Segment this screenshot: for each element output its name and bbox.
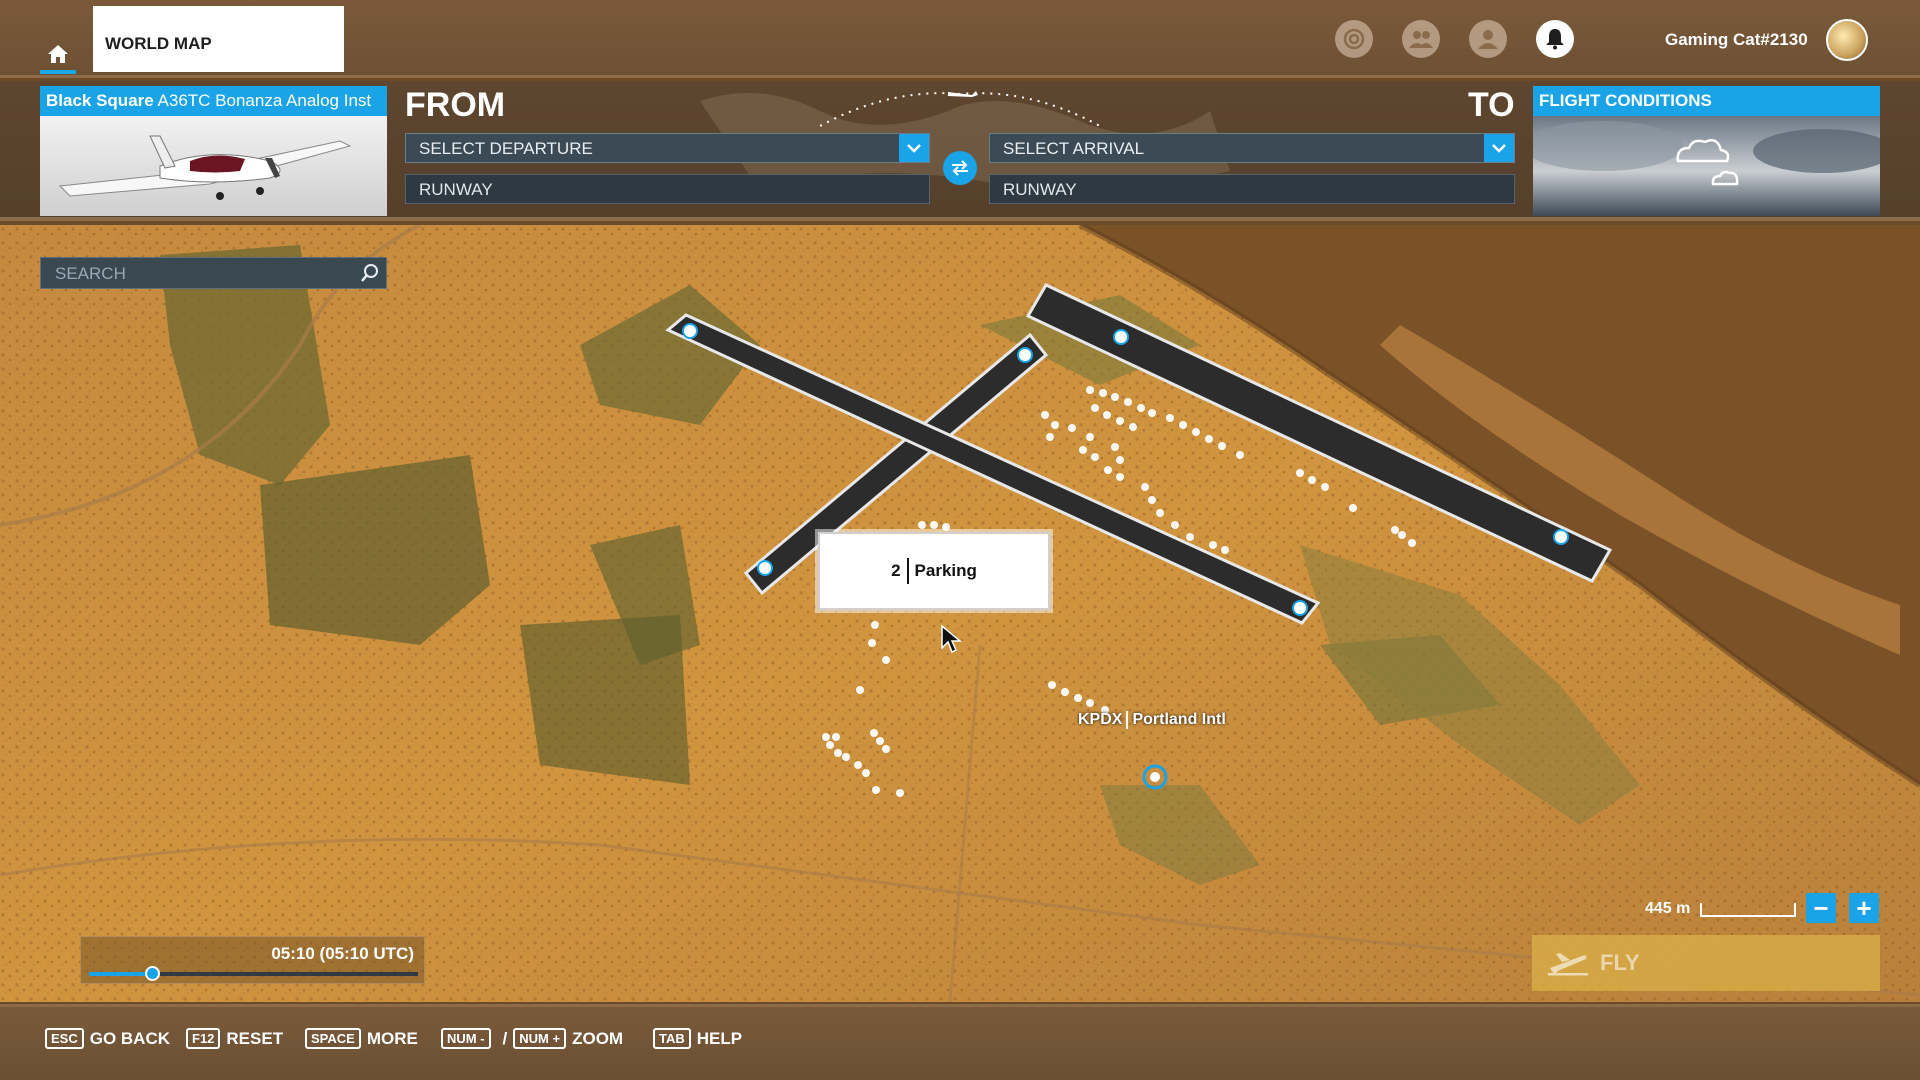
departure-select-label: SELECT DEPARTURE — [419, 139, 593, 158]
bottom-hint-bar — [0, 1004, 1920, 1080]
hint-reset[interactable]: F12 RESET — [186, 1028, 283, 1049]
chevron-down-icon — [899, 134, 929, 162]
achievements-button[interactable] — [1335, 20, 1373, 58]
friends-button[interactable] — [1402, 20, 1440, 58]
tab-world-map-label: WORLD MAP — [105, 34, 212, 53]
hint-help[interactable]: TAB HELP — [653, 1028, 742, 1049]
time-slider-handle[interactable] — [144, 966, 160, 981]
achievements-icon — [1343, 28, 1365, 50]
notifications-icon — [1546, 29, 1564, 50]
hint-more[interactable]: SPACE MORE — [305, 1028, 418, 1049]
key-badge: F12 — [186, 1028, 221, 1049]
hint-go-back[interactable]: ESC GO BACK — [45, 1028, 170, 1049]
zoom-in-button[interactable]: + — [1849, 893, 1879, 923]
departure-runway-label: RUNWAY — [419, 180, 493, 199]
key-badge: ESC — [45, 1028, 84, 1049]
hint-zoom[interactable]: NUM - / NUM + ZOOM — [441, 1028, 623, 1049]
airport-label[interactable]: KPDX Portland Intl — [1078, 711, 1226, 729]
zoom-out-button[interactable]: − — [1806, 893, 1836, 923]
parking-label: Parking — [914, 561, 977, 580]
hint-label: ZOOM — [572, 1028, 624, 1048]
departure-select[interactable]: SELECT DEPARTURE — [405, 133, 930, 163]
arrival-runway-label: RUNWAY — [1003, 180, 1077, 199]
map-search-placeholder: SEARCH — [55, 264, 126, 283]
search-icon[interactable] — [360, 263, 380, 288]
profile-button[interactable] — [1469, 20, 1507, 58]
time-slider[interactable] — [89, 966, 418, 981]
home-icon — [48, 45, 68, 63]
arrival-select[interactable]: SELECT ARRIVAL — [989, 133, 1515, 163]
map-scale-bar — [1700, 903, 1796, 917]
swap-route-button[interactable] — [943, 151, 977, 185]
friends-icon — [1409, 31, 1433, 48]
swap-icon — [952, 160, 968, 176]
aircraft-brand: Black Square — [46, 91, 154, 110]
aircraft-title: Black Square A36TC Bonanza Analog Inst — [40, 86, 387, 116]
divider — [1126, 711, 1129, 729]
parking-count: 2 — [891, 561, 901, 580]
slash-separator: / — [502, 1028, 508, 1048]
parking-tooltip[interactable]: 2 Parking — [818, 532, 1050, 610]
aircraft-card[interactable]: Black Square A36TC Bonanza Analog Inst — [40, 86, 387, 216]
satellite-map — [0, 225, 1920, 1002]
hint-label: HELP — [696, 1028, 743, 1048]
home-button[interactable] — [36, 34, 80, 74]
flight-conditions-card[interactable]: FLIGHT CONDITIONS — [1533, 86, 1880, 216]
key-badge: SPACE — [305, 1028, 361, 1049]
username-label: Gaming Cat#2130 — [1665, 30, 1808, 49]
takeoff-plane-icon — [1548, 953, 1588, 976]
weather-image — [1533, 116, 1880, 216]
avatar[interactable] — [1826, 19, 1868, 61]
notifications-button[interactable] — [1536, 20, 1574, 58]
tab-world-map[interactable]: WORLD MAP — [93, 6, 344, 72]
time-display: 05:10 (05:10 UTC) — [271, 944, 414, 963]
fly-button-label: FLY — [1600, 950, 1640, 975]
airport-name: Portland Intl — [1132, 711, 1226, 729]
aircraft-model: A36TC Bonanza Analog Inst — [157, 91, 372, 110]
arrival-select-label: SELECT ARRIVAL — [1003, 139, 1145, 158]
to-label: TO — [1468, 86, 1515, 124]
key-badge: TAB — [653, 1028, 691, 1049]
departure-runway-field[interactable]: RUNWAY — [405, 174, 930, 204]
fly-button[interactable]: FLY — [1532, 935, 1880, 991]
key-badge: NUM - — [441, 1028, 491, 1049]
hint-label: RESET — [226, 1028, 284, 1048]
time-slider-fill — [89, 972, 152, 976]
plus-icon: + — [1856, 893, 1872, 923]
minus-icon: − — [1813, 893, 1829, 923]
divider — [906, 558, 909, 584]
time-of-day-panel: 05:10 (05:10 UTC) — [80, 936, 425, 984]
hint-label: GO BACK — [89, 1028, 171, 1048]
from-label: FROM — [405, 86, 506, 124]
world-map-canvas[interactable] — [0, 225, 1920, 1002]
chevron-down-icon — [1484, 134, 1514, 162]
map-scale-label: 445 m — [1645, 900, 1691, 917]
mouse-cursor-icon — [941, 624, 963, 654]
map-search-input[interactable]: SEARCH — [40, 257, 387, 289]
airport-code: KPDX — [1078, 711, 1123, 729]
flight-conditions-title: FLIGHT CONDITIONS — [1533, 86, 1880, 116]
route-arc-plane-icon — [820, 91, 1100, 127]
hint-label: MORE — [366, 1028, 418, 1048]
arrival-runway-field[interactable]: RUNWAY — [989, 174, 1515, 204]
key-badge: NUM + — [513, 1028, 567, 1049]
profile-icon — [1478, 30, 1498, 49]
aircraft-image — [40, 116, 387, 216]
